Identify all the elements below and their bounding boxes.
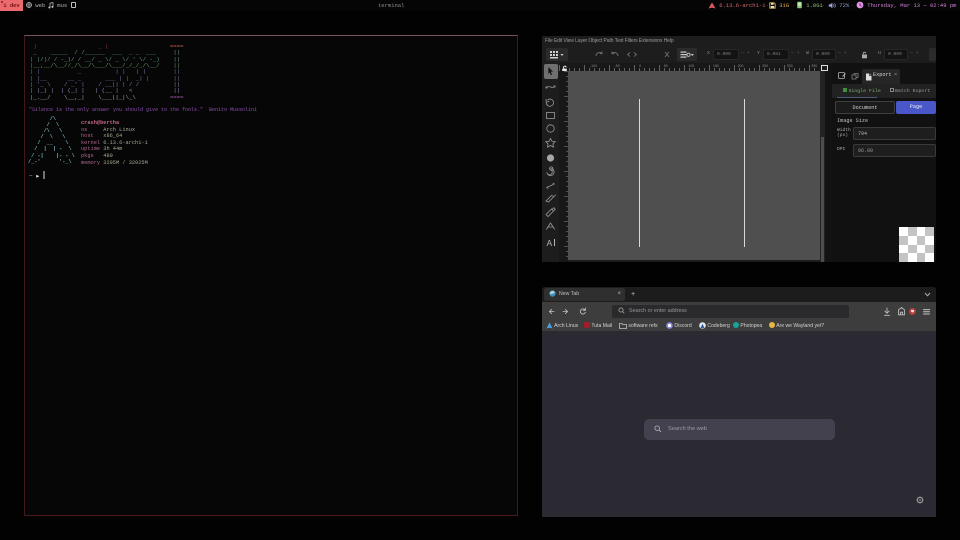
svg-text:A: A (547, 238, 553, 248)
